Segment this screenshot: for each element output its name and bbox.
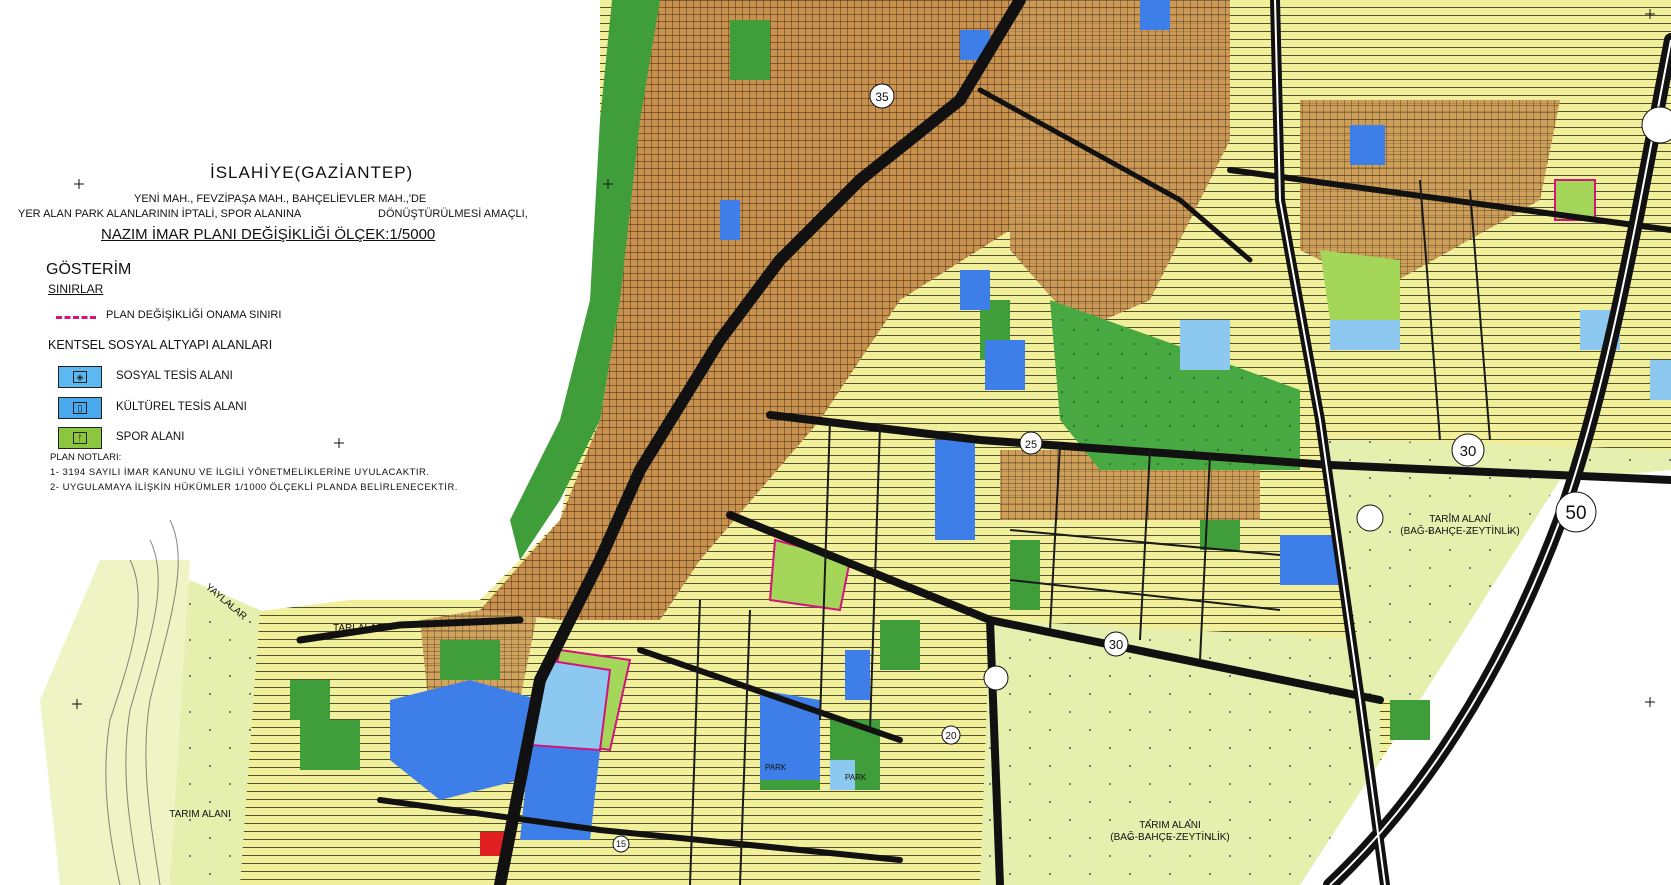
farm-label-2-line2: (BAĞ-BAHÇE-ZEYTİNLİK)	[1110, 830, 1229, 843]
road-label-30: 30	[1460, 443, 1477, 460]
farm-label-1-line2: (BAĞ-BAHÇE-ZEYTİNLİK)	[1400, 524, 1519, 537]
road-label-25: 25	[1025, 439, 1037, 451]
plan-title: NAZIM İMAR PLANI DEĞİŞİKLİĞİ ÖLÇEK:1/500…	[101, 226, 436, 243]
sports-area-swatch: ᚠ	[58, 427, 102, 449]
boundaries-heading: SINIRLAR	[48, 282, 104, 296]
map-title: İSLAHİYE(GAZİANTEP)	[210, 163, 414, 182]
road-label-20: 20	[945, 731, 957, 742]
road-label-15: 15	[616, 839, 626, 849]
social-facility-icon: ◈	[73, 371, 87, 383]
subtitle-line-2b: DÖNÜŞTÜRÜLMESİ AMAÇLI,	[378, 208, 528, 220]
farm-label-2-line1: TARIM ALANI	[1139, 820, 1201, 831]
farm-label-1-line1: TARIM ALANI	[1429, 514, 1491, 525]
road-label-30b: 30	[1109, 637, 1123, 652]
social-infrastructure-heading: KENTSEL SOSYAL ALTYAPI ALANLARI	[48, 338, 273, 352]
legend-panel: İSLAHİYE(GAZİANTEP) YENİ MAH., FEVZİPAŞA…	[0, 0, 600, 520]
legend-item-sports-label: SPOR ALANI	[116, 431, 185, 443]
boundary-label: PLAN DEĞİŞİKLİĞİ ONAMA SINIRI	[106, 309, 282, 321]
park-label-1: PARK	[765, 763, 787, 772]
cultural-facility-swatch: ▯	[58, 397, 102, 419]
road-label-35: 35	[875, 90, 889, 104]
area-label-tarlalar: TARLALAR	[333, 623, 384, 634]
cultural-facility-icon: ▯	[73, 402, 87, 414]
farm-label-3: TARIM ALANI	[169, 809, 231, 820]
park-label-2: PARK	[845, 773, 867, 782]
social-facility-swatch: ◈	[58, 366, 102, 388]
plan-note-1: 1- 3194 SAYILI İMAR KANUNU VE İLGİLİ YÖN…	[50, 467, 430, 478]
plan-notes-heading: PLAN NOTLARI:	[50, 452, 122, 463]
legend-heading: GÖSTERİM	[46, 261, 132, 278]
subtitle-line-2a: YER ALAN PARK ALANLARININ İPTALİ, SPOR A…	[18, 208, 302, 220]
sports-area-icon: ᚠ	[73, 432, 87, 444]
subtitle-line-1: YENİ MAH., FEVZİPAŞA MAH., BAHÇELİEVLER …	[134, 193, 427, 205]
legend-item-social-label: SOSYAL TESİS ALANI	[116, 370, 233, 382]
plan-note-2: 2- UYGULAMAYA İLİŞKİN HÜKÜMLER 1/1000 ÖL…	[50, 482, 458, 493]
boundary-line-swatch	[56, 316, 96, 319]
road-label-50: 50	[1565, 503, 1586, 524]
legend-item-cultural-label: KÜLTÜREL TESİS ALANI	[116, 401, 247, 413]
